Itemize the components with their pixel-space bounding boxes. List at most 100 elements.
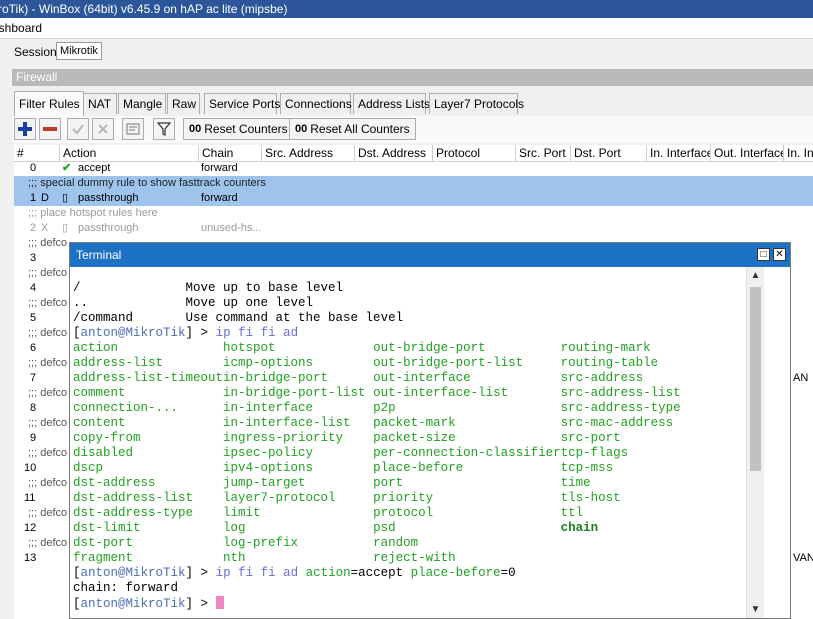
rule-in-interface-list: VAN [793,552,813,564]
scroll-thumb[interactable] [750,287,761,471]
completion-item: ipsec-policy [223,446,374,460]
enable-button[interactable] [67,118,89,140]
window-title: kroTik) - WinBox (64bit) v6.45.9 on hAP … [0,2,288,16]
tab-service-ports[interactable]: Service Ports [204,93,280,114]
rule-number: 9 [30,432,37,444]
scroll-up-icon[interactable]: ▲ [747,267,764,284]
passthrough-icon: ▯ [62,222,69,234]
tab-nat[interactable]: NAT [83,93,117,114]
arg-key: action [305,566,351,580]
completion-item: hotspot [223,341,374,355]
rule-number: 1 [30,192,37,204]
plus-icon [18,122,32,136]
tab-connections[interactable]: Connections [280,93,352,114]
col-in-interface-list[interactable]: In. Inte [784,145,813,161]
terminal-line: dst-address jump-target port time [73,476,591,491]
reset-all-counters-button[interactable]: 00 Reset All Counters [289,118,416,140]
completion-item: reject-with [373,551,561,565]
completion-item: copy-from [73,431,224,445]
terminal-line: dst-port log-prefix random [73,536,561,551]
tab-layer7-protocols[interactable]: Layer7 Protocols [429,93,524,114]
table-comment-row[interactable]: ;;; place hotspot rules here [14,206,813,221]
table-header: # Action Chain Src. Address Dst. Address… [14,145,813,162]
disable-button[interactable] [92,118,114,140]
table-comment-row[interactable]: ;;; special dummy rule to show fasttrack… [14,176,813,191]
rule-comment: ;;; defco [28,477,68,489]
col-in-interface[interactable]: In. Interface [647,145,711,161]
accept-icon: ✔ [62,162,72,174]
terminal-window: Terminal □ ✕ / Move up to base level.. M… [69,242,791,619]
col-dst-address[interactable]: Dst. Address [355,145,433,161]
col-out-interface[interactable]: Out. Interface [711,145,784,161]
typed-command: ip fi fi ad [215,566,306,580]
col-src-port[interactable]: Src. Port [516,145,571,161]
terminal-output[interactable]: / Move up to base level.. Move up one le… [70,267,745,618]
terminal-line: dscp ipv4-options place-before tcp-mss [73,461,613,476]
session-field[interactable]: Mikrotik [56,42,102,60]
prompt-bracket: [ [73,326,81,340]
rule-comment: ;;; defco [28,417,68,429]
terminal-title-bar[interactable]: Terminal □ ✕ [70,243,790,267]
session-bar: Session: Mikrotik [0,39,813,65]
menu-item-dashboard[interactable]: ashboard [0,18,42,38]
rule-number: 5 [30,312,37,324]
typed-command: ip fi fi ad [215,326,299,340]
terminal-line: fragment nth reject-with [73,551,561,566]
completion-item: routing-mark [560,341,651,355]
prompt-bracket: ] > [185,597,216,611]
terminal-line: / Move up to base level [73,281,343,296]
tab-filter-rules[interactable]: Filter Rules [14,91,84,116]
minus-icon [43,127,57,131]
scroll-down-icon[interactable]: ▼ [747,601,764,618]
rule-comment: ;;; defco [28,327,68,339]
col-chain[interactable]: Chain [199,145,262,161]
prompt-bracket: ] > [185,566,216,580]
col-number[interactable]: # [14,145,60,161]
comment-button[interactable] [122,118,144,140]
terminal-line: chain: forward [73,581,178,596]
completion-item: tcp-flags [560,446,629,460]
tab-mangle[interactable]: Mangle [118,93,166,114]
terminal-scrollbar[interactable]: ▲ ▼ [746,267,764,618]
rule-number: 13 [24,552,37,564]
completion-item: src-port [560,431,621,445]
rule-flag: D [41,192,49,204]
maximize-icon: □ [760,249,767,260]
rule-number: 3 [30,252,37,264]
maximize-button[interactable]: □ [757,248,770,261]
rule-comment: ;;; defco [28,237,68,249]
completion-item: in-interface-list [223,416,374,430]
completion-item: port [373,476,561,490]
tab-raw[interactable]: Raw [167,93,200,114]
col-protocol[interactable]: Protocol [433,145,516,161]
rule-chain: forward [201,162,238,174]
session-label: Session: [14,45,61,59]
rule-number: 2 [30,222,37,234]
close-button[interactable]: ✕ [773,248,786,261]
table-row[interactable]: 2 X ▯ passthrough unused-hs... [14,221,813,236]
filter-button[interactable] [153,118,175,140]
remove-button[interactable] [39,118,61,140]
terminal-line: dst-address-type limit protocol ttl [73,506,583,521]
help-description: Move up one level [185,296,314,310]
col-dst-port[interactable]: Dst. Port [571,145,647,161]
rule-number: 7 [30,372,37,384]
completion-item: address-list [73,356,224,370]
table-row[interactable]: 1 D ▯ passthrough forward [14,191,813,206]
rule-comment: ;;; special dummy rule to show fasttrack… [28,177,266,189]
completion-item: limit [223,506,374,520]
col-action[interactable]: Action [60,145,199,161]
add-button[interactable] [14,118,36,140]
counter-icon: 00 [189,123,202,135]
completion-item: per-connection-classifier [373,446,561,460]
completion-item: address-list-timeout [73,371,224,385]
completion-item: in-bridge-port [223,371,374,385]
terminal-line: comment in-bridge-port-list out-interfac… [73,386,681,401]
prompt-bracket: [ [73,597,81,611]
rule-comment: ;;; defco [28,267,68,279]
table-row[interactable]: 0 ✔ accept forward [14,161,813,176]
col-src-address[interactable]: Src. Address [262,145,355,161]
reset-counters-button[interactable]: 00 Reset Counters [183,118,294,140]
terminal-line: dst-address-list layer7-protocol priorit… [73,491,621,506]
tab-address-lists[interactable]: Address Lists [353,93,430,114]
